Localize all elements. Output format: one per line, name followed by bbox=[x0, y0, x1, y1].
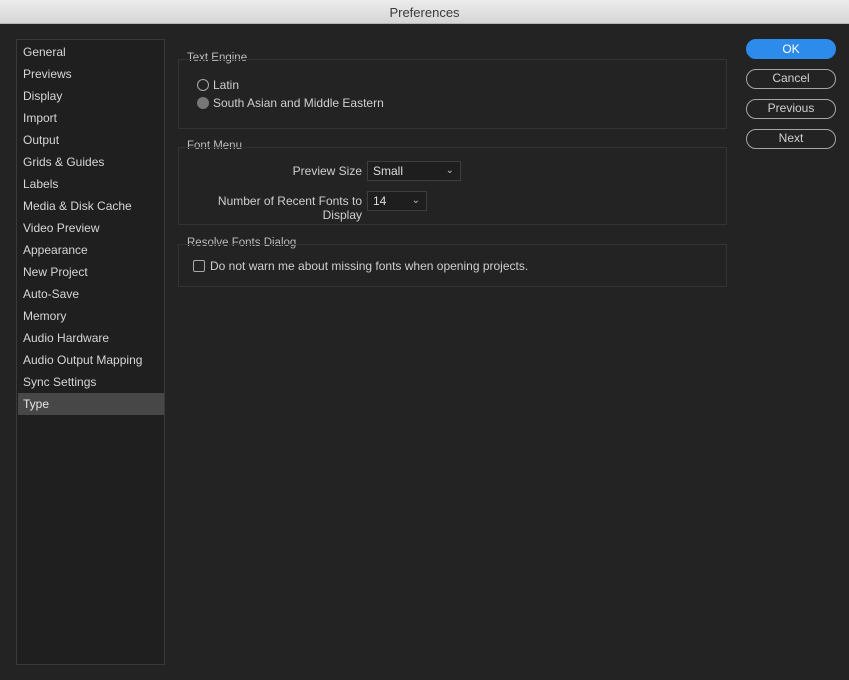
preview-size-value: Small bbox=[373, 164, 404, 178]
sidebar-item-labels[interactable]: Labels bbox=[18, 173, 164, 195]
sidebar-item-display[interactable]: Display bbox=[18, 85, 164, 107]
chevron-down-icon: ⌄ bbox=[411, 195, 420, 206]
sidebar-item-sync-settings[interactable]: Sync Settings bbox=[18, 371, 164, 393]
radio-south-asian[interactable]: South Asian and Middle Eastern bbox=[197, 95, 384, 111]
sidebar-item-type[interactable]: Type bbox=[18, 393, 164, 415]
ok-button[interactable]: OK bbox=[746, 39, 836, 59]
previous-button[interactable]: Previous bbox=[746, 99, 836, 119]
sidebar-item-memory[interactable]: Memory bbox=[18, 305, 164, 327]
sidebar-item-output[interactable]: Output bbox=[18, 129, 164, 151]
recent-fonts-dropdown[interactable]: 14 ⌄ bbox=[367, 191, 427, 211]
text-engine-group bbox=[178, 59, 727, 129]
sidebar-item-audio-output-mapping[interactable]: Audio Output Mapping bbox=[18, 349, 164, 371]
next-button[interactable]: Next bbox=[746, 129, 836, 149]
window-title: Preferences bbox=[389, 5, 460, 20]
preview-size-dropdown[interactable]: Small ⌄ bbox=[367, 161, 461, 181]
radio-latin-button[interactable] bbox=[197, 79, 209, 91]
sidebar-item-import[interactable]: Import bbox=[18, 107, 164, 129]
preferences-sidebar: General Previews Display Import Output G… bbox=[16, 39, 165, 665]
sidebar-item-appearance[interactable]: Appearance bbox=[18, 239, 164, 261]
title-bar: Preferences bbox=[0, 0, 849, 24]
radio-latin-label[interactable]: Latin bbox=[213, 78, 239, 92]
preview-size-label: Preview Size bbox=[292, 164, 362, 178]
radio-south-asian-label[interactable]: South Asian and Middle Eastern bbox=[213, 96, 384, 110]
sidebar-item-new-project[interactable]: New Project bbox=[18, 261, 164, 283]
sidebar-item-media-disk-cache[interactable]: Media & Disk Cache bbox=[18, 195, 164, 217]
sidebar-item-previews[interactable]: Previews bbox=[18, 63, 164, 85]
missing-fonts-checkbox-label[interactable]: Do not warn me about missing fonts when … bbox=[210, 259, 528, 273]
recent-fonts-value: 14 bbox=[373, 194, 387, 208]
sidebar-item-grids-guides[interactable]: Grids & Guides bbox=[18, 151, 164, 173]
radio-latin[interactable]: Latin bbox=[197, 77, 239, 93]
missing-fonts-checkbox-row[interactable]: Do not warn me about missing fonts when … bbox=[193, 258, 528, 274]
chevron-down-icon: ⌄ bbox=[445, 165, 454, 176]
radio-south-asian-button[interactable] bbox=[197, 97, 209, 109]
missing-fonts-checkbox[interactable] bbox=[193, 260, 205, 272]
sidebar-item-general[interactable]: General bbox=[18, 41, 164, 63]
sidebar-item-audio-hardware[interactable]: Audio Hardware bbox=[18, 327, 164, 349]
sidebar-item-video-preview[interactable]: Video Preview bbox=[18, 217, 164, 239]
recent-fonts-label: Number of Recent Fonts to Display bbox=[217, 194, 362, 222]
sidebar-item-auto-save[interactable]: Auto-Save bbox=[18, 283, 164, 305]
cancel-button[interactable]: Cancel bbox=[746, 69, 836, 89]
